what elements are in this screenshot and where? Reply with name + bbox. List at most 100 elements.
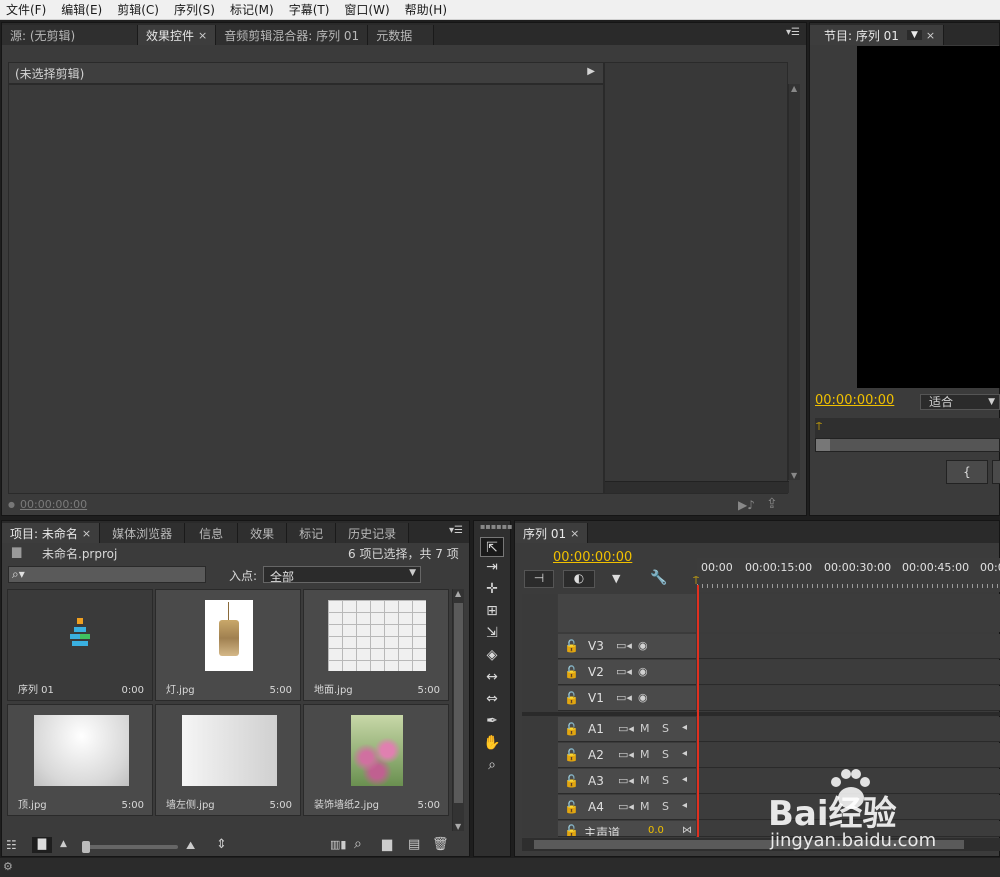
nest-icon[interactable]: ⊣ [524,570,554,588]
video-output-icon[interactable]: ▭◂ [616,665,632,678]
zoom-select[interactable]: 适合 ▼ [920,394,1000,410]
tab-history[interactable]: 历史记录 [336,523,410,543]
tab-project[interactable]: 项目: 未命名 × [2,523,101,543]
pen-tool-icon[interactable]: ✒ [480,711,504,731]
track-select-tool-icon[interactable]: ⇥ [480,557,504,577]
tab-program[interactable]: 节目: 序列 01 ▼ × [810,25,945,45]
program-zoom-scrollbar[interactable] [815,438,1000,452]
selection-tool-icon[interactable]: ⇱ [480,537,504,557]
zoom-out-icon[interactable]: ▲ [60,839,67,849]
project-item-lamp[interactable]: 灯.jpg 5:00 [155,589,301,701]
lock-icon[interactable]: 🔓 [564,824,579,836]
speaker-icon[interactable]: ◂ [682,800,687,811]
slip-tool-icon[interactable]: ↔ [480,667,504,687]
panel-menu-icon[interactable]: ▾☰ [786,27,800,38]
lock-icon[interactable]: 🔓 [564,800,579,814]
solo-button[interactable]: S [662,748,669,761]
speaker-icon[interactable]: ◂ [682,774,687,785]
vertical-scrollbar[interactable]: ▲ ▼ [788,84,800,480]
playhead-icon[interactable]: ⍑ [816,422,822,433]
program-timecode[interactable]: 00:00:00:00 [815,393,894,408]
close-icon[interactable]: × [926,29,935,42]
menu-help[interactable]: 帮助(H) [405,1,447,18]
lock-icon[interactable]: 🔓 [564,774,579,788]
icon-view-icon[interactable]: ▇ [32,837,52,853]
scroll-up-icon[interactable]: ▲ [791,84,797,93]
menu-window[interactable]: 窗口(W) [344,1,389,18]
lock-icon[interactable]: 🔓 [564,748,579,762]
project-item-sequence[interactable]: 序列 01 0:00 [7,589,153,701]
close-icon[interactable]: × [82,527,91,540]
razor-tool-icon[interactable]: ◈ [480,645,504,665]
solo-button[interactable]: S [662,774,669,787]
zoom-in-icon[interactable]: ⛰ [186,839,195,853]
audio-output-icon[interactable]: ▭◂ [618,800,634,813]
track-header-a3[interactable]: 🔓 A3 ▭◂ M S ◂ [558,769,696,794]
scroll-up-icon[interactable]: ▲ [455,589,461,598]
track-header-v1[interactable]: 🔓 V1 ▭◂ ◉ [558,686,696,711]
project-item-left-wall[interactable]: 墙左侧.jpg 5:00 [155,704,301,816]
thumbnail-size-slider[interactable] [82,841,178,853]
inpoint-select[interactable]: 全部 ▼ [263,566,421,584]
audio-output-icon[interactable]: ▭◂ [618,748,634,761]
track-header-master[interactable]: 🔓 主声道 0.0 ⋈ [558,821,696,837]
scroll-down-icon[interactable]: ▼ [455,822,461,831]
effect-controls-timecode[interactable]: 00:00:00:00 [20,498,87,511]
lock-icon[interactable]: 🔓 [564,691,579,705]
mute-button[interactable]: M [640,722,650,735]
wrench-icon[interactable]: 🔧 [650,570,667,586]
track-lane-v1[interactable] [697,686,1000,711]
track-header-v2[interactable]: 🔓 V2 ▭◂ ◉ [558,660,696,685]
tab-markers[interactable]: 标记 [287,523,337,543]
export-icon[interactable]: ⇪ [766,496,778,512]
project-item-floor[interactable]: 地面.jpg 5:00 [303,589,449,701]
track-header-a1[interactable]: 🔓 A1 ▭◂ M S ◂ [558,717,696,742]
scrollbar-handle[interactable] [816,439,830,451]
project-item-ceiling[interactable]: 顶.jpg 5:00 [7,704,153,816]
audio-output-icon[interactable]: ▭◂ [618,774,634,787]
project-item-wallpaper[interactable]: 装饰墙纸2.jpg 5:00 [303,704,449,816]
tab-info[interactable]: 信息 [185,523,239,543]
mark-out-button[interactable] [992,460,1000,484]
zoom-tool-icon[interactable]: ⌕ [480,755,504,775]
speaker-icon[interactable]: ◂ [682,722,687,733]
lock-icon[interactable]: 🔓 [564,722,579,736]
master-volume[interactable]: 0.0 [648,825,664,836]
search-input[interactable]: ⌕▾ [8,566,206,583]
eye-icon[interactable]: ◉ [638,665,648,678]
close-icon[interactable]: × [198,29,207,42]
tab-metadata[interactable]: 元数据 [368,25,435,45]
playhead-line[interactable] [697,585,699,837]
tab-effects[interactable]: 效果 [238,523,288,543]
sort-icon[interactable]: ⇕ [216,837,227,852]
video-output-icon[interactable]: ▭◂ [616,639,632,652]
menu-marker[interactable]: 标记(M) [230,1,274,18]
lock-icon[interactable]: 🔓 [564,639,579,653]
mute-button[interactable]: M [640,800,650,813]
ripple-edit-tool-icon[interactable]: ✛ [480,579,504,599]
rate-stretch-tool-icon[interactable]: ⇲ [480,623,504,643]
add-marker-icon[interactable]: ▼ [612,572,620,585]
tab-source[interactable]: 源: (无剪辑) [2,25,138,45]
speaker-icon[interactable]: ◂ [682,748,687,759]
find-icon[interactable]: ⌕ [354,836,362,852]
menu-sequence[interactable]: 序列(S) [174,1,215,18]
rolling-edit-tool-icon[interactable]: ⊞ [480,601,504,621]
menu-edit[interactable]: 编辑(E) [61,1,102,18]
list-view-icon[interactable]: ☷ [6,838,17,852]
chevron-down-icon[interactable]: ▼ [906,30,922,40]
slide-tool-icon[interactable]: ⇔ [480,689,504,709]
scroll-down-icon[interactable]: ▼ [791,471,797,480]
master-out-icon[interactable]: ⋈ [682,825,692,836]
solo-button[interactable]: S [662,722,669,735]
mark-in-button[interactable]: { [946,460,988,484]
track-lane-v3[interactable] [697,634,1000,659]
mini-timeline-scroll[interactable] [605,481,789,493]
video-output-icon[interactable]: ▭◂ [616,691,632,704]
menu-clip[interactable]: 剪辑(C) [117,1,159,18]
panel-menu-icon[interactable]: ▾☰ [449,525,463,536]
tab-effect-controls[interactable]: 效果控件 × [138,25,217,45]
track-lane-a1[interactable] [697,717,1000,742]
program-ruler[interactable]: ⍑ [815,418,1000,438]
new-bin-icon[interactable]: ▆ [382,837,392,852]
